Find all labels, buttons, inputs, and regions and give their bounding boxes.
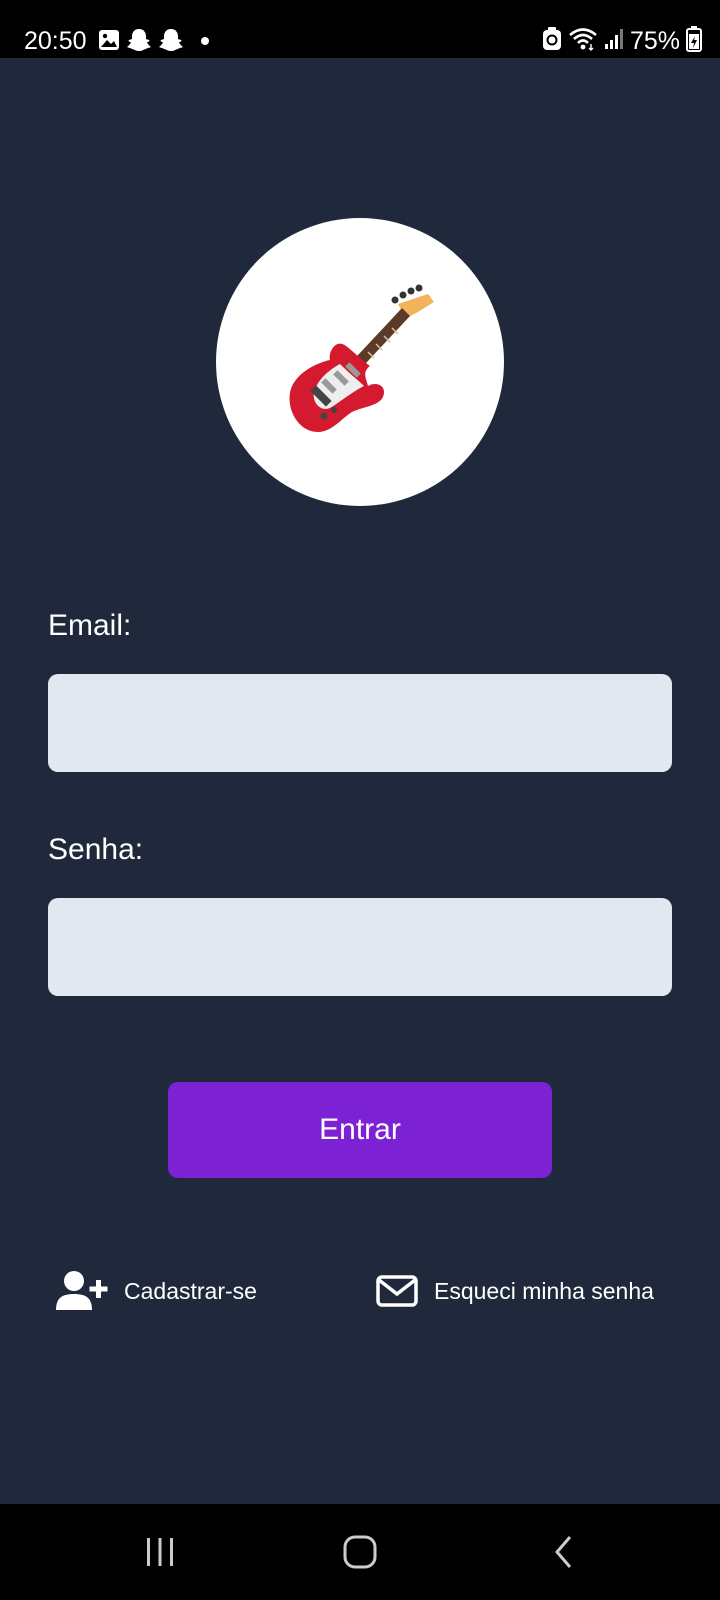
email-field[interactable]: [48, 674, 672, 772]
signal-icon: [604, 28, 624, 55]
system-status-icons: 75%: [542, 24, 702, 58]
recent-apps-button[interactable]: [130, 1522, 190, 1582]
back-icon: [555, 1536, 572, 1568]
gallery-notification-icon: [98, 29, 120, 56]
recent-apps-icon: [147, 1538, 173, 1566]
forgot-password-label: Esqueci minha senha: [434, 1277, 654, 1304]
status-time: 20:50: [24, 27, 87, 55]
password-label: Senha:: [48, 833, 144, 866]
status-bar: 20:50 75%: [0, 0, 720, 58]
user-plus-icon: [56, 1270, 108, 1312]
register-link[interactable]: Cadastrar-se: [56, 1268, 257, 1314]
wifi-icon: [568, 27, 598, 56]
battery-saver-icon: [542, 26, 562, 56]
home-icon: [343, 1535, 377, 1569]
dot-icon: [200, 33, 210, 51]
snapchat-icon: [158, 28, 184, 57]
forgot-password-link[interactable]: Esqueci minha senha: [376, 1268, 654, 1314]
home-button[interactable]: [330, 1522, 390, 1582]
email-label: Email:: [48, 609, 132, 642]
login-screen: 20:50 75% Email: Senha: Entrar Cadastrar…: [0, 0, 720, 1600]
app-logo: [216, 218, 504, 506]
envelope-icon: [376, 1275, 418, 1307]
snapchat-icon: [126, 28, 152, 57]
notification-icons: [98, 28, 210, 57]
battery-percent: 75%: [629, 27, 680, 55]
navigation-bar: [0, 1504, 720, 1600]
register-label: Cadastrar-se: [124, 1277, 257, 1304]
password-field[interactable]: [48, 898, 672, 996]
guitar-icon: [289, 284, 434, 432]
back-button[interactable]: [534, 1522, 594, 1582]
login-button[interactable]: Entrar: [168, 1082, 552, 1178]
battery-icon: [686, 25, 702, 57]
